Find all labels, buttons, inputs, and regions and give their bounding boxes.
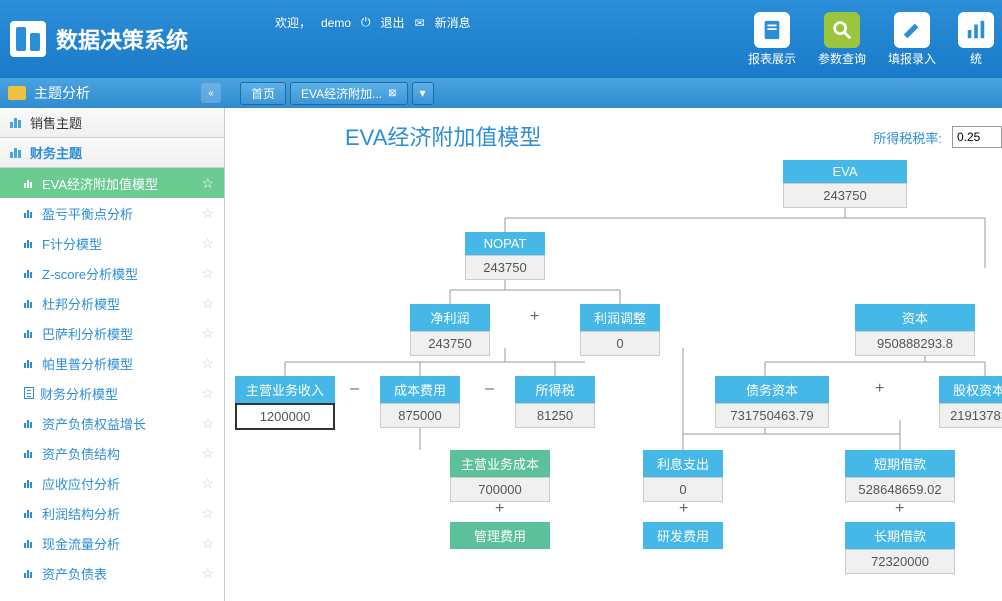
favorite-icon[interactable]: ☆ xyxy=(201,175,214,192)
sidebar-item-7[interactable]: 财务分析模型☆ xyxy=(0,378,224,408)
favorite-icon[interactable]: ☆ xyxy=(201,535,214,552)
node-mainrev[interactable]: 主营业务收入1200000 xyxy=(235,376,335,430)
chart-icon xyxy=(24,568,36,578)
chart-icon xyxy=(24,238,36,248)
sidebar: 销售主题 财务主题 EVA经济附加值模型☆盈亏平衡点分析☆F计分模型☆Z-sco… xyxy=(0,108,225,601)
sidebar-item-4[interactable]: 杜邦分析模型☆ xyxy=(0,288,224,318)
content-area: EVA经济附加值模型 所得税税率: EVA243750 NOPAT243750 … xyxy=(225,108,1002,601)
node-incometax: 所得税81250 xyxy=(515,376,595,428)
user-info: 欢迎，demo ⏻ 退出 ✉ 新消息 xyxy=(275,14,477,31)
chart-icon xyxy=(24,508,36,518)
sidebar-item-2[interactable]: F计分模型☆ xyxy=(0,228,224,258)
chart-icon xyxy=(24,328,36,338)
chart-icon xyxy=(24,538,36,548)
op-minus: – xyxy=(350,380,359,398)
tax-rate-label: 所得税税率: xyxy=(873,128,942,147)
messages-link[interactable]: 新消息 xyxy=(435,14,471,31)
toolbar-search[interactable]: 参数查询 xyxy=(810,8,874,71)
doc-icon xyxy=(24,387,34,399)
mail-icon: ✉ xyxy=(415,16,425,30)
op-plus: + xyxy=(530,308,539,326)
tab-eva[interactable]: EVA经济附加... ⊠ xyxy=(290,82,408,105)
favorite-icon[interactable]: ☆ xyxy=(201,565,214,582)
category-icon xyxy=(10,118,24,128)
sidebar-header: 主题分析 « xyxy=(0,78,225,108)
favorite-icon[interactable]: ☆ xyxy=(201,295,214,312)
stat-icon xyxy=(958,12,994,48)
favorite-icon[interactable]: ☆ xyxy=(201,205,214,222)
node-rdexp: 研发费用 xyxy=(643,522,723,549)
power-icon: ⏻ xyxy=(361,15,371,30)
app-logo-icon xyxy=(10,21,46,57)
sidebar-item-11[interactable]: 利润结构分析☆ xyxy=(0,498,224,528)
favorite-icon[interactable]: ☆ xyxy=(201,475,214,492)
node-netprofit: 净利润243750 xyxy=(410,304,490,356)
node-ltloan: 长期借款72320000 xyxy=(845,522,955,574)
node-capital: 资本950888293.8 xyxy=(855,304,975,356)
sidebar-item-12[interactable]: 现金流量分析☆ xyxy=(0,528,224,558)
sidebar-item-3[interactable]: Z-score分析模型☆ xyxy=(0,258,224,288)
favorite-icon[interactable]: ☆ xyxy=(201,415,214,432)
favorite-icon[interactable]: ☆ xyxy=(201,505,214,522)
tab-dropdown[interactable]: ▾ xyxy=(412,82,434,105)
sidebar-item-9[interactable]: 资产负债结构☆ xyxy=(0,438,224,468)
logout-link[interactable]: 退出 xyxy=(381,14,405,31)
node-profitadj: 利润调整0 xyxy=(580,304,660,356)
op-plus: + xyxy=(679,500,688,518)
op-minus: – xyxy=(485,380,494,398)
favorite-icon[interactable]: ☆ xyxy=(201,445,214,462)
toolbar-edit[interactable]: 填报录入 xyxy=(880,8,944,71)
chart-icon xyxy=(24,448,36,458)
op-plus: + xyxy=(495,500,504,518)
sidebar-item-6[interactable]: 帕里普分析模型☆ xyxy=(0,348,224,378)
node-stloan: 短期借款528648659.02 xyxy=(845,450,955,502)
node-intexp: 利息支出0 xyxy=(643,450,723,502)
favorite-icon[interactable]: ☆ xyxy=(201,385,214,402)
favorite-icon[interactable]: ☆ xyxy=(201,325,214,342)
node-eva: EVA243750 xyxy=(783,160,907,208)
edit-icon xyxy=(894,12,930,48)
node-eqcap: 股权资本21913783 xyxy=(939,376,1002,428)
chart-icon xyxy=(24,178,36,188)
chart-icon xyxy=(24,208,36,218)
search-icon xyxy=(824,12,860,48)
category-finance[interactable]: 财务主题 xyxy=(0,138,224,168)
node-nopat: NOPAT243750 xyxy=(465,232,545,280)
sidebar-item-1[interactable]: 盈亏平衡点分析☆ xyxy=(0,198,224,228)
favorite-icon[interactable]: ☆ xyxy=(201,355,214,372)
page-title: EVA经济附加值模型 xyxy=(345,120,541,152)
category-sales[interactable]: 销售主题 xyxy=(0,108,224,138)
chart-icon xyxy=(24,268,36,278)
node-maincost: 主营业务成本700000 xyxy=(450,450,550,502)
chart-icon xyxy=(24,478,36,488)
op-plus: + xyxy=(895,500,904,518)
sidebar-item-10[interactable]: 应收应付分析☆ xyxy=(0,468,224,498)
app-title: 数据决策系统 xyxy=(56,23,188,55)
report-icon xyxy=(754,12,790,48)
toolbar-report[interactable]: 报表展示 xyxy=(740,8,804,71)
favorite-icon[interactable]: ☆ xyxy=(201,235,214,252)
favorite-icon[interactable]: ☆ xyxy=(201,265,214,282)
node-debtcap: 债务资本731750463.79 xyxy=(715,376,829,428)
chart-icon xyxy=(24,298,36,308)
folder-icon xyxy=(8,86,26,100)
close-icon[interactable]: ⊠ xyxy=(388,88,396,99)
collapse-button[interactable]: « xyxy=(201,83,221,103)
node-mgmtexp: 管理费用 xyxy=(450,522,550,549)
tax-rate-input[interactable] xyxy=(952,126,1002,148)
category-icon xyxy=(10,148,24,158)
chart-icon xyxy=(24,358,36,368)
tab-home[interactable]: 首页 xyxy=(240,82,286,105)
sidebar-item-8[interactable]: 资产负债权益增长☆ xyxy=(0,408,224,438)
sidebar-item-0[interactable]: EVA经济附加值模型☆ xyxy=(0,168,224,198)
sidebar-item-5[interactable]: 巴萨利分析模型☆ xyxy=(0,318,224,348)
toolbar-stat[interactable]: 统 xyxy=(950,8,1002,71)
sidebar-item-13[interactable]: 资产负债表☆ xyxy=(0,558,224,588)
chart-icon xyxy=(24,418,36,428)
node-costexp: 成本费用875000 xyxy=(380,376,460,428)
op-plus: + xyxy=(875,380,884,398)
